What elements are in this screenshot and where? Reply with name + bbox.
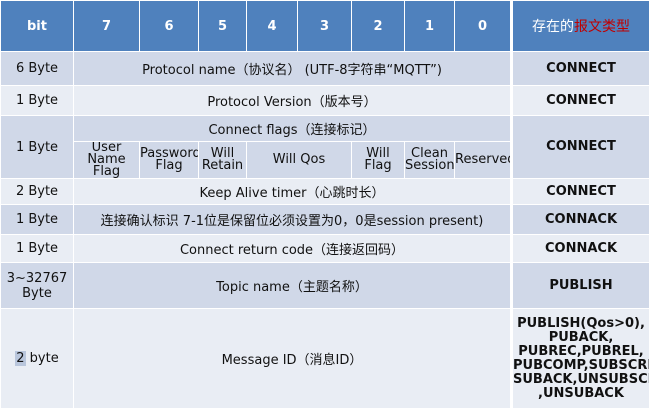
type-header-prefix: 存在的	[532, 19, 574, 35]
row-size: 2 Byte	[0, 178, 74, 205]
row-type: CONNECT	[510, 178, 649, 205]
return-code-row: 1 Byte Connect return code（连接返回码） CONNAC…	[0, 234, 649, 263]
row-description: Message ID（消息ID）	[73, 308, 512, 409]
row-description: 连接确认标识 7-1位是保留位必须设置为0，0是session present)	[73, 204, 512, 235]
flag-clean-session: Clean Session	[404, 141, 455, 179]
row-description: Protocol name（协议名） (UTF-8字符串“MQTT”)	[73, 51, 512, 86]
type-line: ,UNSUBACK	[538, 385, 624, 401]
row-description: Protocol Version（版本号）	[73, 85, 512, 116]
bit-4: 4	[246, 0, 298, 52]
row-description: Connect flags（连接标记）	[73, 115, 512, 142]
size-line-2: Byte	[22, 285, 52, 301]
size-line-1: 3~32767	[6, 270, 68, 286]
connect-flags-row: 1 Byte Connect flags（连接标记） CONNECT	[0, 115, 649, 179]
type-line: SUBACK,UNSUBSCRIBE	[513, 371, 649, 387]
header-row: bit 7 6 5 4 3 2 1 0 存在的报文类型	[0, 0, 649, 52]
bit-2: 2	[351, 0, 405, 52]
type-header-highlight: 报文类型	[574, 19, 630, 35]
row-size: 1 Byte	[0, 204, 74, 235]
bit-5: 5	[198, 0, 247, 52]
row-size: 1 Byte	[0, 85, 74, 116]
row-type: CONNACK	[510, 204, 649, 235]
row-size: 3~32767 Byte	[0, 262, 74, 309]
flag-will-flag: Will Flag	[351, 141, 405, 179]
row-size: 1 Byte	[0, 115, 74, 179]
row-description: Connect return code（连接返回码）	[73, 234, 512, 263]
flag-will-retain: Will Retain	[198, 141, 247, 179]
row-type: CONNECT	[510, 85, 649, 116]
size-unit: byte	[25, 351, 59, 366]
bit-7: 7	[73, 0, 140, 52]
mqtt-header-table: bit 7 6 5 4 3 2 1 0 存在的报文类型 6 Byte Proto…	[0, 0, 649, 409]
bit-0: 0	[454, 0, 512, 52]
row-type: CONNACK	[510, 234, 649, 263]
type-line: PUBACK,	[548, 329, 614, 345]
type-line: PUBCOMP,SUBSCRIBE,	[513, 357, 649, 373]
row-size: 1 Byte	[0, 234, 74, 263]
message-id-row: 2 byte Message ID（消息ID） PUBLISH(Qos>0), …	[0, 308, 649, 409]
protocol-name-row: 6 Byte Protocol name（协议名） (UTF-8字符串“MQTT…	[0, 51, 649, 86]
flag-reserved: Reserved	[454, 141, 512, 179]
bit-label: bit	[0, 0, 74, 52]
topic-name-row: 3~32767 Byte Topic name（主题名称） PUBLISH	[0, 262, 649, 309]
row-description: Keep Alive timer（心跳时长）	[73, 178, 512, 205]
bit-1: 1	[404, 0, 455, 52]
message-type-header: 存在的报文类型	[510, 0, 649, 52]
type-line: PUBLISH(Qos>0),	[517, 315, 645, 331]
row-type: CONNECT	[510, 51, 649, 86]
type-line: PUBREC,PUBREL,	[518, 343, 644, 359]
flag-user-name: User Name Flag	[73, 141, 140, 179]
row-type: PUBLISH	[510, 262, 649, 309]
row-size: 6 Byte	[0, 51, 74, 86]
row-size: 2 byte	[0, 308, 74, 409]
flag-will-qos: Will Qos	[246, 141, 352, 179]
bit-6: 6	[139, 0, 199, 52]
size-number: 2	[15, 351, 26, 366]
bit-3: 3	[297, 0, 352, 52]
row-description: Topic name（主题名称）	[73, 262, 512, 309]
flag-password: Password Flag	[139, 141, 199, 179]
protocol-version-row: 1 Byte Protocol Version（版本号） CONNECT	[0, 85, 649, 116]
connack-flags-row: 1 Byte 连接确认标识 7-1位是保留位必须设置为0，0是session p…	[0, 204, 649, 235]
row-type: CONNECT	[510, 115, 649, 179]
row-type-list: PUBLISH(Qos>0), PUBACK, PUBREC,PUBREL, P…	[510, 308, 649, 409]
keep-alive-row: 2 Byte Keep Alive timer（心跳时长） CONNECT	[0, 178, 649, 205]
